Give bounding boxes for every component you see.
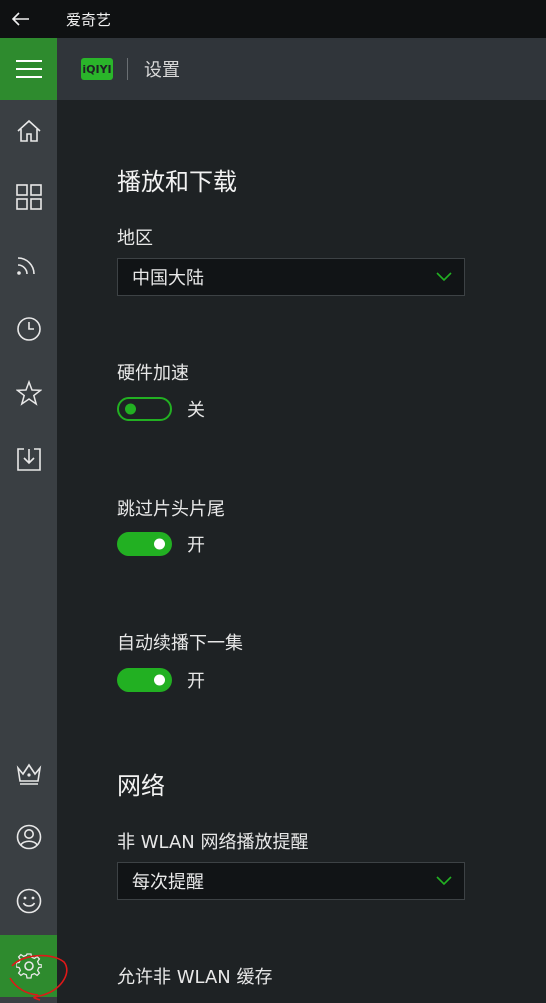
section-title-network: 网络: [117, 772, 165, 800]
region-dropdown-value: 中国大陆: [132, 268, 204, 289]
star-favorites-icon: [15, 380, 42, 406]
skip-intro-state: 开: [187, 535, 205, 556]
back-button[interactable]: [0, 0, 42, 38]
hw-accel-toggle[interactable]: [117, 397, 172, 421]
autoplay-label: 自动续播下一集: [117, 633, 243, 654]
wlan-reminder-dropdown[interactable]: 每次提醒: [117, 862, 465, 900]
sidebar-item-categories[interactable]: [0, 166, 57, 228]
page-title: 设置: [144, 60, 180, 81]
skip-intro-row: 开: [117, 531, 205, 557]
wlan-reminder-value: 每次提醒: [132, 872, 204, 893]
sidebar: [0, 38, 57, 1003]
sidebar-item-favorites[interactable]: [0, 362, 57, 424]
sidebar-item-home[interactable]: [0, 100, 57, 162]
autoplay-row: 开: [117, 667, 205, 693]
toggle-knob: [154, 538, 165, 550]
header-divider: [127, 58, 128, 80]
chevron-down-icon: [436, 876, 452, 886]
sidebar-item-profile[interactable]: [0, 806, 57, 868]
sidebar-item-settings[interactable]: [0, 935, 57, 997]
sidebar-menu-button[interactable]: [0, 38, 57, 100]
download-icon: [16, 448, 41, 471]
rss-feed-icon: [16, 257, 35, 275]
back-arrow-icon: [12, 12, 29, 26]
iqiyi-logo: iQIYI: [81, 58, 113, 80]
sidebar-item-vip[interactable]: [0, 742, 57, 804]
wlan-reminder-label: 非 WLAN 网络播放提醒: [117, 832, 309, 853]
region-label: 地区: [117, 228, 153, 249]
hw-accel-label: 硬件加速: [117, 363, 189, 384]
skip-intro-toggle[interactable]: [117, 532, 172, 556]
autoplay-state: 开: [187, 671, 205, 692]
toggle-knob: [125, 403, 136, 415]
skip-intro-label: 跳过片头片尾: [117, 499, 225, 520]
smiley-feedback-icon: [16, 888, 41, 914]
title-bar: 爱奇艺: [0, 0, 546, 38]
sidebar-item-feedback[interactable]: [0, 870, 57, 932]
user-profile-icon: [16, 824, 41, 850]
home-icon: [16, 119, 41, 142]
hamburger-menu-icon: [15, 60, 42, 78]
sidebar-item-subscriptions[interactable]: [0, 232, 57, 294]
wlan-cache-label: 允许非 WLAN 缓存: [117, 967, 273, 988]
window-title: 爱奇艺: [66, 10, 112, 29]
sidebar-item-history[interactable]: [0, 298, 57, 360]
hw-accel-state: 关: [187, 400, 205, 421]
chevron-down-icon: [436, 272, 452, 282]
sidebar-item-downloads[interactable]: [0, 428, 57, 490]
hw-accel-row: 关: [117, 396, 205, 422]
clock-history-icon: [16, 317, 41, 341]
autoplay-toggle[interactable]: [117, 668, 172, 692]
vip-crown-icon: [16, 763, 41, 785]
section-title-playback: 播放和下载: [117, 168, 237, 196]
gear-settings-icon: [15, 953, 42, 979]
toggle-knob: [154, 674, 165, 686]
grid-icon: [15, 184, 42, 210]
page-header: iQIYI 设置: [57, 38, 546, 100]
region-dropdown[interactable]: 中国大陆: [117, 258, 465, 296]
